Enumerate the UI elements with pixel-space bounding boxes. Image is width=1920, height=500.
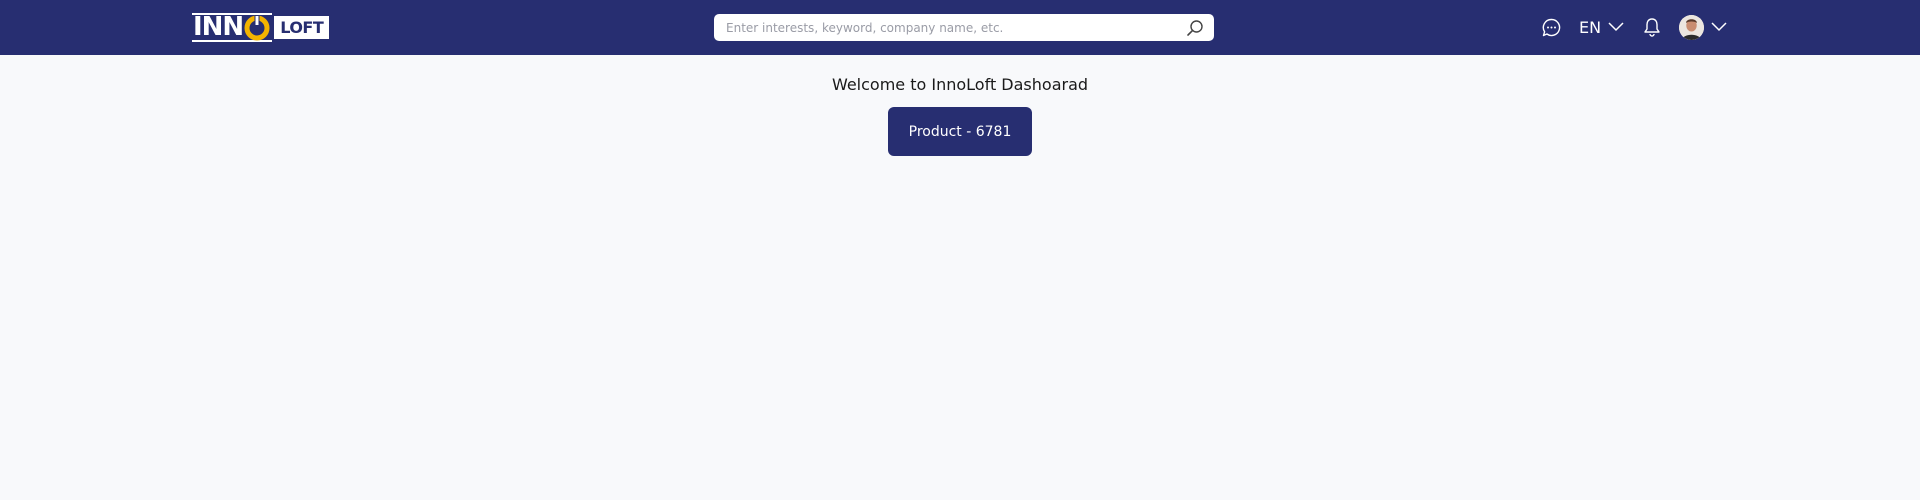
top-navbar: INN LOFT EN — [0, 0, 1920, 55]
logo-inno-block: INN — [192, 12, 273, 42]
innoloft-logo[interactable]: INN LOFT — [192, 12, 330, 42]
language-selector[interactable]: EN — [1579, 16, 1624, 38]
user-avatar-icon — [1679, 15, 1704, 40]
language-label: EN — [1579, 17, 1602, 37]
logo-loft-block: LOFT — [274, 16, 330, 39]
logo-text-loft: LOFT — [280, 18, 324, 37]
logo-text-inn: INN — [193, 12, 244, 42]
product-button[interactable]: Product - 6781 — [888, 107, 1032, 156]
chat-icon[interactable] — [1542, 18, 1561, 37]
search-input[interactable] — [726, 14, 1166, 41]
power-o-icon — [244, 14, 270, 40]
bell-icon[interactable] — [1643, 17, 1661, 37]
welcome-heading: Welcome to InnoLoft Dashoarad — [831, 75, 1089, 94]
search-bar — [714, 14, 1214, 41]
avatar[interactable] — [1679, 15, 1704, 40]
chevron-down-icon — [1608, 22, 1624, 32]
search-icon[interactable] — [1186, 19, 1204, 37]
chevron-down-icon[interactable] — [1711, 22, 1727, 32]
